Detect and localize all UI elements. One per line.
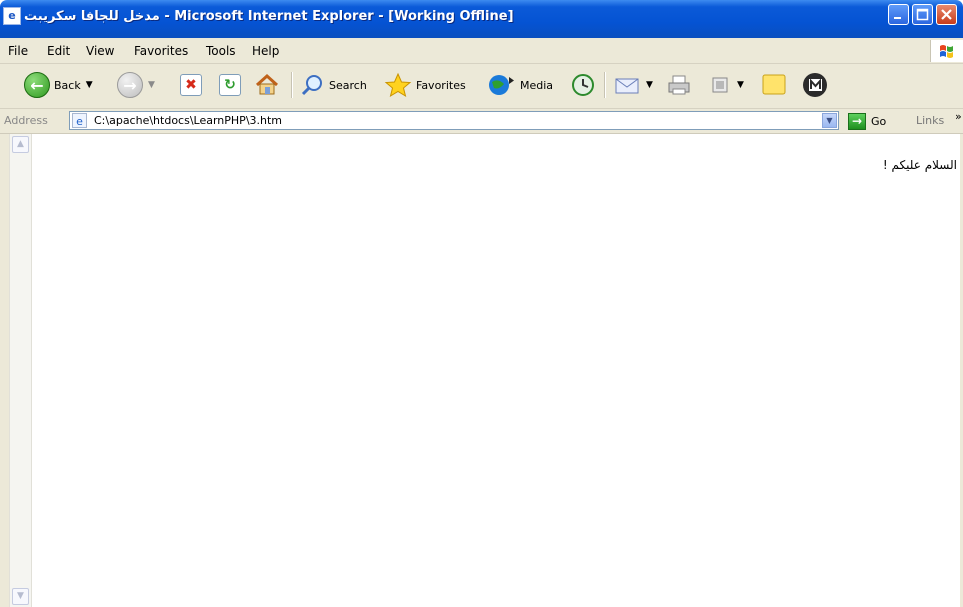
- mail-icon: [615, 78, 639, 94]
- address-dropdown-icon[interactable]: ▼: [822, 113, 837, 128]
- links-chevron-icon[interactable]: »: [955, 110, 962, 123]
- home-icon: [255, 73, 279, 95]
- scroll-up-button[interactable]: ▲: [12, 136, 29, 153]
- refresh-button[interactable]: ↻: [219, 68, 241, 102]
- edit-page-icon: [712, 77, 728, 93]
- page-icon: e: [72, 113, 87, 128]
- maximize-icon: [916, 8, 929, 21]
- stop-button[interactable]: ✖: [180, 68, 202, 102]
- ie-page-icon: e: [3, 7, 21, 25]
- media-button[interactable]: Media: [486, 68, 553, 102]
- home-button[interactable]: [254, 68, 280, 102]
- toolbar-separator: [291, 72, 293, 98]
- close-icon: [941, 9, 952, 20]
- menu-tools[interactable]: Tools: [206, 44, 236, 58]
- forward-dropdown-icon[interactable]: ▼: [148, 80, 155, 90]
- back-dropdown-icon[interactable]: ▼: [86, 80, 93, 90]
- history-icon: [572, 74, 594, 96]
- links-button[interactable]: Links: [916, 114, 944, 127]
- back-button[interactable]: ← Back ▼: [24, 68, 93, 102]
- favorites-star-icon: [384, 72, 412, 98]
- address-value[interactable]: C:\apache\htdocs\LearnPHP\3.htm: [94, 114, 282, 127]
- mail-dropdown-icon[interactable]: ▼: [646, 80, 653, 90]
- address-input[interactable]: e C:\apache\htdocs\LearnPHP\3.htm ▼: [69, 111, 839, 130]
- edit-dropdown-icon[interactable]: ▼: [737, 80, 744, 90]
- menu-file[interactable]: File: [8, 44, 28, 58]
- menu-bar: File Edit View Favorites Tools Help: [0, 38, 963, 64]
- history-button[interactable]: [570, 68, 596, 102]
- messenger-button[interactable]: [800, 68, 830, 102]
- menu-help[interactable]: Help: [252, 44, 279, 58]
- menu-edit[interactable]: Edit: [47, 44, 70, 58]
- edit-button[interactable]: ▼: [708, 68, 744, 102]
- messenger-icon: [803, 73, 827, 97]
- minimize-button[interactable]: [888, 4, 909, 25]
- mail-button[interactable]: ▼: [613, 68, 653, 102]
- minimize-icon: [894, 17, 901, 19]
- title-bar[interactable]: e مدخل للجافا سكريبت - Microsoft Interne…: [0, 0, 963, 38]
- refresh-icon: ↻: [219, 74, 241, 96]
- go-arrow-icon: →: [848, 112, 866, 130]
- page-greeting-text: السلام عليكم !: [882, 158, 957, 172]
- forward-button[interactable]: → ▼: [117, 68, 155, 102]
- go-button[interactable]: → Go: [848, 112, 886, 130]
- browser-window: e مدخل للجافا سكريبت - Microsoft Interne…: [0, 0, 963, 607]
- close-button[interactable]: [936, 4, 957, 25]
- toolbar-separator: [604, 72, 606, 98]
- note-icon: [762, 74, 786, 95]
- address-label: Address: [4, 114, 48, 127]
- print-icon: [668, 75, 690, 95]
- address-bar: Address e C:\apache\htdocs\LearnPHP\3.ht…: [0, 109, 963, 134]
- back-arrow-icon: ←: [24, 72, 50, 98]
- search-button[interactable]: Search: [301, 68, 367, 102]
- standard-toolbar: ← Back ▼ → ▼ ✖ ↻ Search Favorites Media …: [0, 64, 963, 109]
- window-left-border: [0, 134, 9, 607]
- window-title: مدخل للجافا سكريبت - Microsoft Internet …: [24, 9, 514, 24]
- windows-logo-icon: [930, 40, 963, 62]
- menu-favorites[interactable]: Favorites: [134, 44, 188, 58]
- favorites-button[interactable]: Favorites: [384, 68, 466, 102]
- maximize-button[interactable]: [912, 4, 933, 25]
- discuss-button[interactable]: [760, 68, 788, 102]
- vertical-scrollbar[interactable]: ▲ ▼: [9, 134, 32, 607]
- menu-view[interactable]: View: [86, 44, 114, 58]
- print-button[interactable]: [666, 68, 692, 102]
- search-icon: [301, 75, 322, 96]
- forward-arrow-icon: →: [117, 72, 143, 98]
- page-content: ▲ ▼ السلام عليكم !: [0, 134, 963, 607]
- media-icon: [489, 75, 514, 95]
- scroll-down-button[interactable]: ▼: [12, 588, 29, 605]
- stop-icon: ✖: [180, 74, 202, 96]
